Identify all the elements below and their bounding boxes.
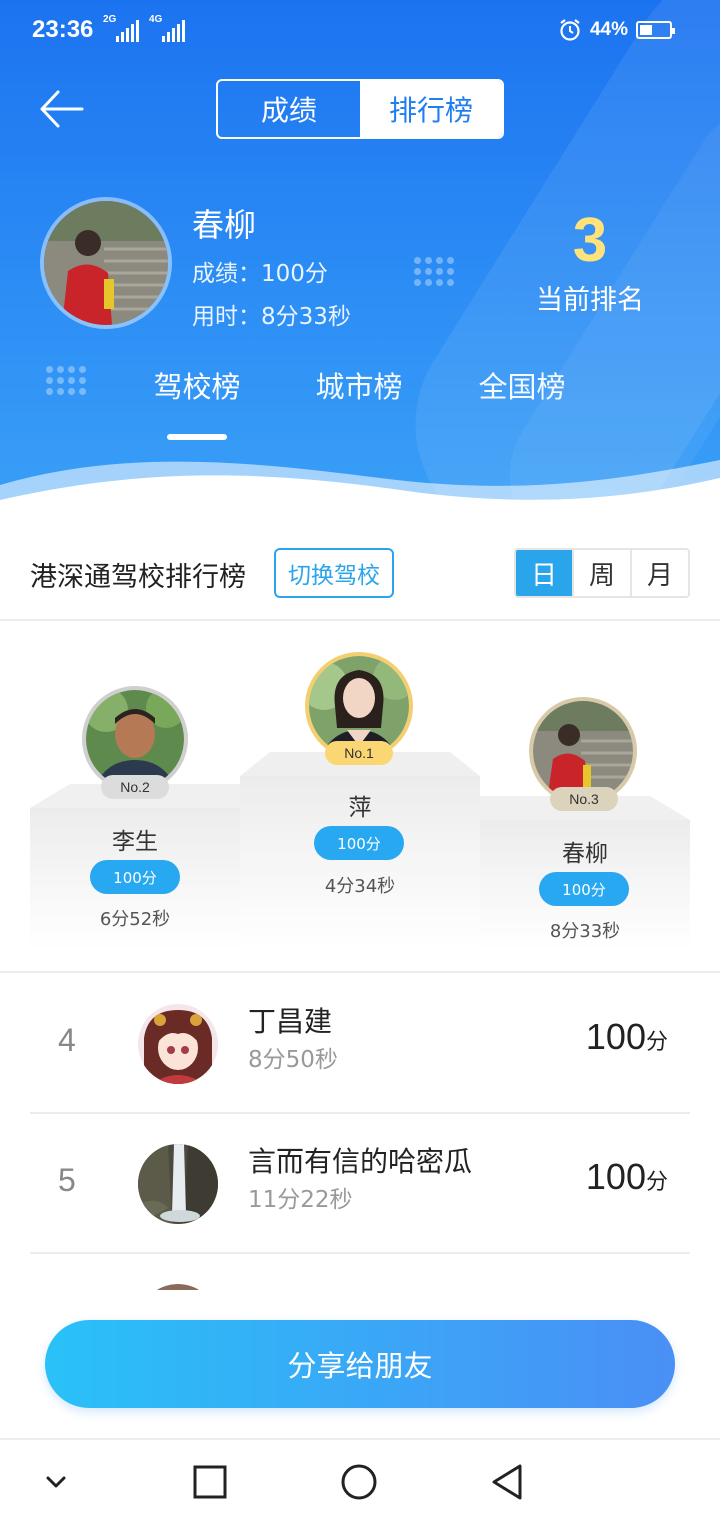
alarm-icon — [560, 19, 580, 41]
header-wave — [0, 460, 720, 520]
tab-score[interactable]: 成绩 — [218, 81, 360, 137]
network-2g-label: 2G — [103, 14, 117, 25]
list-name: 言而有信的哈密瓜 — [248, 1145, 473, 1178]
list-score-value: 100 — [585, 1156, 646, 1197]
third-place-score: 100分 — [539, 872, 629, 906]
list-score-unit: 分 — [645, 1170, 668, 1195]
status-time: 23:36 — [32, 16, 94, 43]
recent-apps-icon[interactable] — [186, 1458, 234, 1506]
battery-percent: 44% — [589, 19, 628, 40]
list-score: 100分 — [586, 1156, 668, 1198]
my-time: 用时：8分33秒 — [192, 304, 351, 330]
school-ranking-title: 港深通驾校排行榜 — [30, 562, 246, 593]
tab-national-ranking[interactable]: 全国榜 — [452, 364, 592, 406]
system-nav-bar — [0, 1438, 720, 1520]
top-tab-switcher: 成绩 排行榜 — [216, 79, 504, 139]
divider — [0, 619, 720, 621]
period-selector: 日 周 月 — [514, 548, 690, 598]
period-week[interactable]: 周 — [572, 550, 630, 596]
decorative-dots — [414, 257, 454, 286]
list-avatar — [138, 1144, 218, 1224]
list-rank: 4 — [58, 1022, 76, 1058]
first-place-time: 4分34秒 — [324, 876, 396, 897]
current-rank-number: 3 — [572, 206, 608, 275]
signal-icon — [162, 20, 185, 42]
network-4g-label: 4G — [149, 14, 163, 25]
list-score-unit: 分 — [645, 1030, 668, 1055]
chevron-down-icon[interactable] — [32, 1458, 80, 1506]
share-button[interactable]: 分享给朋友 — [45, 1320, 675, 1408]
decorative-dots — [46, 366, 86, 395]
my-name: 春柳 — [192, 206, 257, 244]
third-place-badge: No.3 — [550, 787, 618, 811]
second-place-score: 100分 — [90, 860, 180, 894]
signal-icon — [116, 20, 139, 42]
first-place-score: 100分 — [314, 826, 404, 860]
divider — [0, 971, 720, 973]
ranking-list-item[interactable]: 5 言而有信的哈密瓜 11分22秒 100分 — [30, 1114, 690, 1254]
switch-school-button[interactable]: 切换驾校 — [274, 548, 394, 598]
tab-school-ranking[interactable]: 驾校榜 — [127, 364, 267, 406]
home-icon[interactable] — [335, 1458, 383, 1506]
my-avatar[interactable] — [40, 197, 172, 329]
tab-city-ranking[interactable]: 城市榜 — [289, 364, 429, 406]
divider — [30, 1252, 690, 1254]
ranking-list-item[interactable]: 4 丁昌建 8分50秒 100分 — [30, 974, 690, 1114]
third-place-time: 8分33秒 — [549, 921, 621, 942]
list-avatar — [138, 1004, 218, 1084]
second-place-time: 6分52秒 — [99, 909, 171, 930]
current-rank-label: 当前排名 — [536, 285, 644, 316]
list-name: 丁昌建 — [248, 1005, 333, 1038]
battery-icon — [636, 21, 675, 39]
first-place-badge: No.1 — [325, 741, 393, 765]
header: 23:36 2G 4G 44% 成绩 排行榜 春柳 成绩：100分 用时：8分3… — [0, 0, 720, 520]
status-right: 44% — [558, 18, 675, 42]
third-place-name: 春柳 — [562, 841, 608, 867]
second-place-name: 李生 — [112, 829, 158, 855]
second-place-badge: No.2 — [101, 775, 169, 799]
period-month[interactable]: 月 — [630, 550, 688, 596]
status-bar: 23:36 2G 4G 44% — [0, 0, 720, 64]
back-arrow-icon[interactable] — [38, 86, 86, 132]
list-rank: 5 — [58, 1162, 76, 1198]
first-place-name: 萍 — [348, 795, 372, 821]
list-score: 100分 — [586, 1016, 668, 1058]
list-score-value: 100 — [585, 1016, 646, 1057]
my-score: 成绩：100分 — [192, 261, 328, 287]
tab-ranking[interactable]: 排行榜 — [360, 81, 502, 137]
period-day[interactable]: 日 — [516, 550, 572, 596]
back-triangle-icon[interactable] — [484, 1458, 532, 1506]
list-time: 11分22秒 — [248, 1187, 353, 1213]
list-time: 8分50秒 — [248, 1047, 338, 1073]
